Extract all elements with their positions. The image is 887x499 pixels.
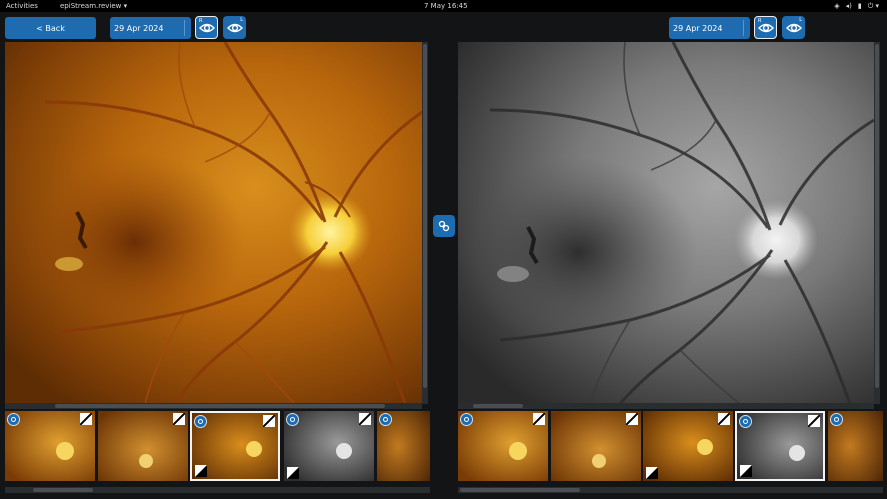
adjust-icon xyxy=(646,467,658,479)
link-icon xyxy=(438,220,450,232)
contrast-icon xyxy=(173,413,185,425)
left-thumbnail-strip xyxy=(5,411,430,482)
camera-icon xyxy=(830,413,843,426)
left-strip-scrollbar[interactable] xyxy=(5,487,430,493)
eye-icon xyxy=(226,23,243,32)
scroll-thumb[interactable] xyxy=(33,488,93,492)
thumbnail-gray-fundus[interactable] xyxy=(284,411,374,481)
eye-icon xyxy=(785,23,802,32)
adjust-icon xyxy=(740,465,752,477)
thumbnail-color-fundus[interactable] xyxy=(643,411,733,481)
camera-icon xyxy=(7,413,20,426)
thumbnail-color-fundus[interactable] xyxy=(377,411,430,481)
thumbnail-color-fundus[interactable] xyxy=(5,411,95,481)
system-top-bar: Activities epiStream.review ▾ 7 May 16:4… xyxy=(0,0,887,12)
right-thumbnail-strip xyxy=(458,411,883,482)
camera-icon xyxy=(460,413,473,426)
clock[interactable]: 7 May 16:45 xyxy=(424,0,468,12)
left-eye-label: L xyxy=(799,17,802,23)
scroll-thumb[interactable] xyxy=(55,404,385,408)
right-vertical-scrollbar[interactable] xyxy=(874,42,880,404)
contrast-icon xyxy=(718,413,730,425)
dropdown-separator xyxy=(743,20,744,36)
contrast-icon xyxy=(808,415,820,427)
left-vertical-scrollbar[interactable] xyxy=(422,42,428,404)
camera-icon xyxy=(286,413,299,426)
system-tray[interactable]: ◈ ◂) ▮ ⏻ ▾ xyxy=(834,0,879,12)
right-date-value: 29 Apr 2024 xyxy=(673,23,723,33)
scroll-thumb[interactable] xyxy=(460,488,580,492)
right-horizontal-scrollbar[interactable] xyxy=(458,403,874,409)
app-menu[interactable]: epiStream.review ▾ xyxy=(60,0,127,12)
left-left-eye-button[interactable]: L xyxy=(223,16,246,39)
adjust-icon xyxy=(287,467,299,479)
battery-icon: ▮ xyxy=(857,2,862,10)
right-eye-label: R xyxy=(758,18,762,24)
power-icon: ⏻ ▾ xyxy=(867,2,879,10)
adjust-icon xyxy=(195,465,207,477)
scroll-thumb[interactable] xyxy=(875,44,879,388)
contrast-icon xyxy=(80,413,92,425)
network-icon: ◈ xyxy=(834,2,840,10)
left-eye-label: L xyxy=(240,17,243,23)
left-date-select[interactable]: 29 Apr 2024 xyxy=(110,17,191,39)
left-horizontal-scrollbar[interactable] xyxy=(5,403,422,409)
link-views-button[interactable] xyxy=(433,215,455,237)
left-fundus-image[interactable] xyxy=(5,42,422,404)
activities-button[interactable]: Activities xyxy=(6,0,38,12)
contrast-icon xyxy=(626,413,638,425)
camera-icon xyxy=(739,415,752,428)
back-button[interactable]: < Back xyxy=(5,17,96,39)
scroll-thumb[interactable] xyxy=(473,404,523,408)
right-left-eye-button[interactable]: L xyxy=(782,16,805,39)
right-right-eye-button[interactable]: R xyxy=(754,16,777,39)
camera-icon xyxy=(194,415,207,428)
right-fundus-image[interactable] xyxy=(458,42,874,404)
right-strip-scrollbar[interactable] xyxy=(458,487,883,493)
left-date-value: 29 Apr 2024 xyxy=(114,23,164,33)
left-right-eye-button[interactable]: R xyxy=(195,16,218,39)
thumbnail-color-fundus[interactable] xyxy=(828,411,883,481)
thumbnail-color-fundus[interactable] xyxy=(551,411,641,481)
camera-icon xyxy=(379,413,392,426)
thumbnail-color-fundus-selected[interactable] xyxy=(190,411,280,481)
thumbnail-color-fundus[interactable] xyxy=(98,411,188,481)
red-free-fundus-photo xyxy=(458,42,874,404)
contrast-icon xyxy=(533,413,545,425)
volume-icon: ◂) xyxy=(845,2,852,10)
dropdown-separator xyxy=(184,20,185,36)
right-date-select[interactable]: 29 Apr 2024 xyxy=(669,17,750,39)
contrast-icon xyxy=(263,415,275,427)
right-eye-label: R xyxy=(199,18,203,24)
color-fundus-photo xyxy=(5,42,422,404)
thumbnail-color-fundus[interactable] xyxy=(458,411,548,481)
thumbnail-gray-fundus-selected[interactable] xyxy=(735,411,825,481)
contrast-icon xyxy=(359,413,371,425)
scroll-thumb[interactable] xyxy=(423,44,427,388)
